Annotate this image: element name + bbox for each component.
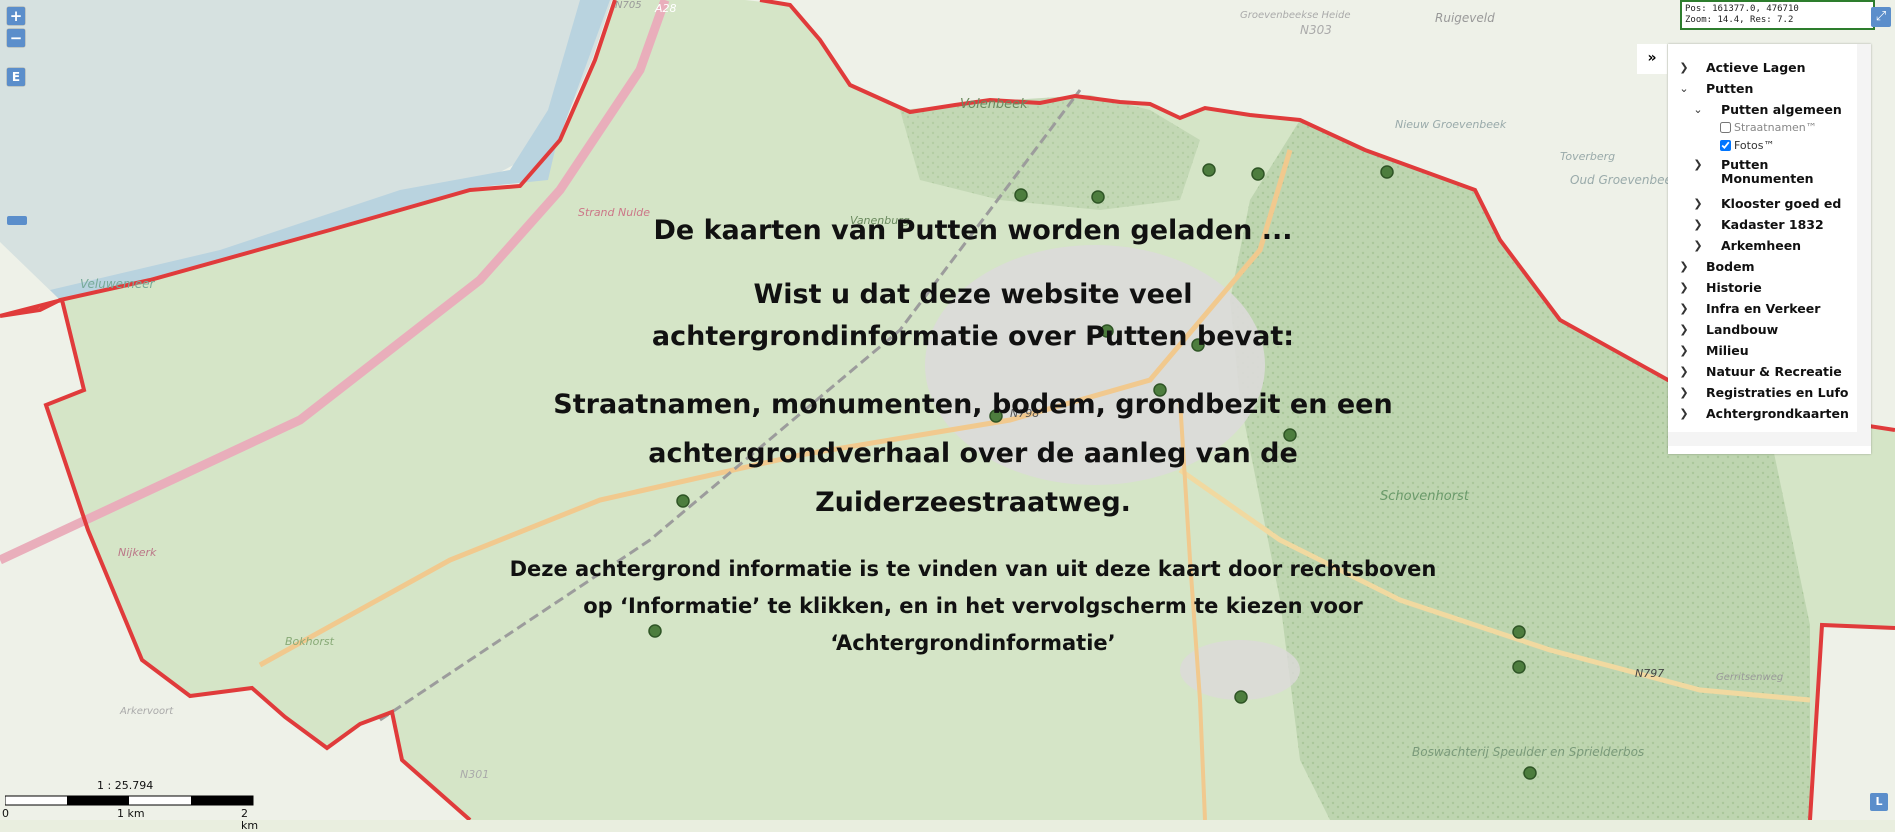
layer-group-achtergrondkaarten[interactable]: ❯ Achtergrondkaarten bbox=[1668, 404, 1855, 425]
layer-panel: ❯ Actieve Lagen ⌄ Putten ⌄ Putten algemeen … bbox=[1668, 44, 1871, 454]
zoom-out-button[interactable]: − bbox=[7, 29, 25, 47]
place-label: Veluwemeer bbox=[80, 277, 155, 291]
photo-marker bbox=[1523, 766, 1537, 780]
place-label: N705 bbox=[615, 0, 642, 11]
place-label: N797 bbox=[1635, 667, 1664, 680]
layer-group-kadaster[interactable]: ❯ Kadaster 1832 bbox=[1668, 215, 1855, 236]
place-label: Boswachterij Speulder en Sprielderbos bbox=[1412, 745, 1644, 759]
info-paragraph: Deze achtergrond informatie is te vinden… bbox=[509, 557, 1437, 655]
info-line-1: Wist u dat deze website veel achtergrond… bbox=[651, 279, 1295, 352]
place-label: Gerritsenweg bbox=[1716, 672, 1783, 683]
photo-marker bbox=[1512, 660, 1526, 674]
chevron-right-icon: ❯ bbox=[1679, 260, 1689, 273]
layer-group-bodem[interactable]: ❯ Bodem bbox=[1668, 257, 1855, 278]
layer-tree: ❯ Actieve Lagen ⌄ Putten ⌄ Putten algemeen … bbox=[1668, 58, 1855, 425]
expand-icon[interactable]: ⤢ bbox=[1871, 7, 1891, 27]
layer-group-natuur[interactable]: ❯ Natuur & Recreatie bbox=[1668, 362, 1855, 383]
place-label: Toverberg bbox=[1560, 150, 1615, 163]
layer-group-milieu[interactable]: ❯ Milieu bbox=[1668, 341, 1855, 362]
photo-marker bbox=[1202, 163, 1216, 177]
chevron-right-icon: ❯ bbox=[1679, 302, 1689, 315]
layer-group-arkemheen[interactable]: ❯ Arkemheen bbox=[1668, 236, 1855, 257]
straatnamen-checkbox[interactable] bbox=[1720, 122, 1731, 133]
l-button[interactable]: L bbox=[1870, 793, 1888, 811]
position-readout: Pos: 161377.0, 476710 bbox=[1685, 4, 1799, 14]
layer-group-landbouw[interactable]: ❯ Landbouw bbox=[1668, 320, 1855, 341]
coordinate-readout: Pos: 161377.0, 476710 Zoom: 14.4, Res: 7… bbox=[1680, 0, 1875, 30]
chevron-right-icon: ❯ bbox=[1679, 386, 1689, 399]
place-label: Oud Groevenbeek bbox=[1570, 173, 1680, 187]
layer-group-putten-algemeen[interactable]: ⌄ Putten algemeen bbox=[1668, 100, 1855, 119]
photo-marker bbox=[1234, 690, 1248, 704]
layer-panel-horizontal-scrollbar[interactable] bbox=[1668, 432, 1871, 446]
layer-group-putten[interactable]: ⌄ Putten bbox=[1668, 79, 1855, 100]
layer-group-actieve-lagen[interactable]: ❯ Actieve Lagen bbox=[1668, 58, 1855, 79]
place-label: Nieuw Groevenbeek bbox=[1395, 118, 1507, 131]
place-label: Groevenbeekse Heide bbox=[1240, 10, 1350, 21]
photo-marker bbox=[1251, 167, 1265, 181]
layer-group-putten-monumenten[interactable]: ❯ Putten Monumenten bbox=[1668, 158, 1855, 194]
layer-straatnamen: Straatnamen™ bbox=[1668, 119, 1855, 137]
loading-message: De kaarten van Putten worden geladen ...… bbox=[500, 212, 1446, 662]
chevron-right-icon: ❯ bbox=[1679, 344, 1689, 357]
loading-title: De kaarten van Putten worden geladen ... bbox=[653, 215, 1293, 246]
chevron-right-icon: ❯ bbox=[1693, 158, 1703, 171]
zoom-readout: Zoom: 14.4, Res: 7.2 bbox=[1685, 15, 1794, 25]
chevron-right-icon: ❯ bbox=[1679, 407, 1689, 420]
zoom-slider-handle[interactable] bbox=[7, 216, 27, 225]
chevron-right-icon: ❯ bbox=[1679, 61, 1689, 74]
place-label: N301 bbox=[460, 768, 489, 781]
place-label: Ruigeveld bbox=[1435, 11, 1495, 25]
info-line-2: Straatnamen, monumenten, bodem, grondbez… bbox=[553, 389, 1393, 518]
chevron-down-icon: ⌄ bbox=[1679, 82, 1689, 95]
photo-marker bbox=[1512, 625, 1526, 639]
scale-tick-2: 2 km bbox=[241, 807, 259, 832]
scale-ratio: 1 : 25.794 bbox=[97, 779, 154, 792]
chevron-right-icon: ❯ bbox=[1679, 365, 1689, 378]
layer-panel-vertical-scrollbar[interactable] bbox=[1857, 44, 1871, 432]
chevron-right-icon: ❯ bbox=[1693, 197, 1703, 210]
layer-fotos: Fotos™ bbox=[1668, 137, 1855, 155]
layer-group-infra[interactable]: ❯ Infra en Verkeer bbox=[1668, 299, 1855, 320]
place-label: Nijkerk bbox=[118, 546, 157, 559]
photo-marker bbox=[1091, 190, 1105, 204]
layer-group-historie[interactable]: ❯ Historie bbox=[1668, 278, 1855, 299]
collapse-panel-button[interactable]: » bbox=[1637, 44, 1667, 74]
chevron-down-icon: ⌄ bbox=[1693, 103, 1703, 116]
chevron-right-icon: ❯ bbox=[1693, 218, 1703, 231]
layer-group-registraties[interactable]: ❯ Registraties en Lufo bbox=[1668, 383, 1855, 404]
e-button[interactable]: E bbox=[7, 68, 25, 86]
photo-marker bbox=[1380, 165, 1394, 179]
place-label: Arkervoort bbox=[119, 706, 174, 717]
scale-tick-0: 0 bbox=[2, 807, 9, 820]
scale-bar-graphic bbox=[5, 795, 254, 806]
chevron-right-icon: ❯ bbox=[1679, 323, 1689, 336]
scale-bar: 1 : 25.794 0 1 km 2 km bbox=[2, 779, 258, 832]
chevron-right-icon: ❯ bbox=[1679, 281, 1689, 294]
scale-tick-1: 1 km bbox=[117, 807, 145, 820]
fotos-checkbox[interactable] bbox=[1720, 140, 1731, 151]
layer-group-klooster[interactable]: ❯ Klooster goed ed bbox=[1668, 194, 1855, 215]
chevron-right-icon: ❯ bbox=[1693, 239, 1703, 252]
place-label: Bokhorst bbox=[285, 635, 335, 648]
zoom-in-button[interactable]: + bbox=[7, 7, 25, 25]
photo-marker bbox=[1014, 188, 1028, 202]
place-label: A28 bbox=[654, 2, 677, 15]
place-label: Volenbeek bbox=[960, 97, 1028, 112]
place-label: N303 bbox=[1300, 23, 1332, 37]
